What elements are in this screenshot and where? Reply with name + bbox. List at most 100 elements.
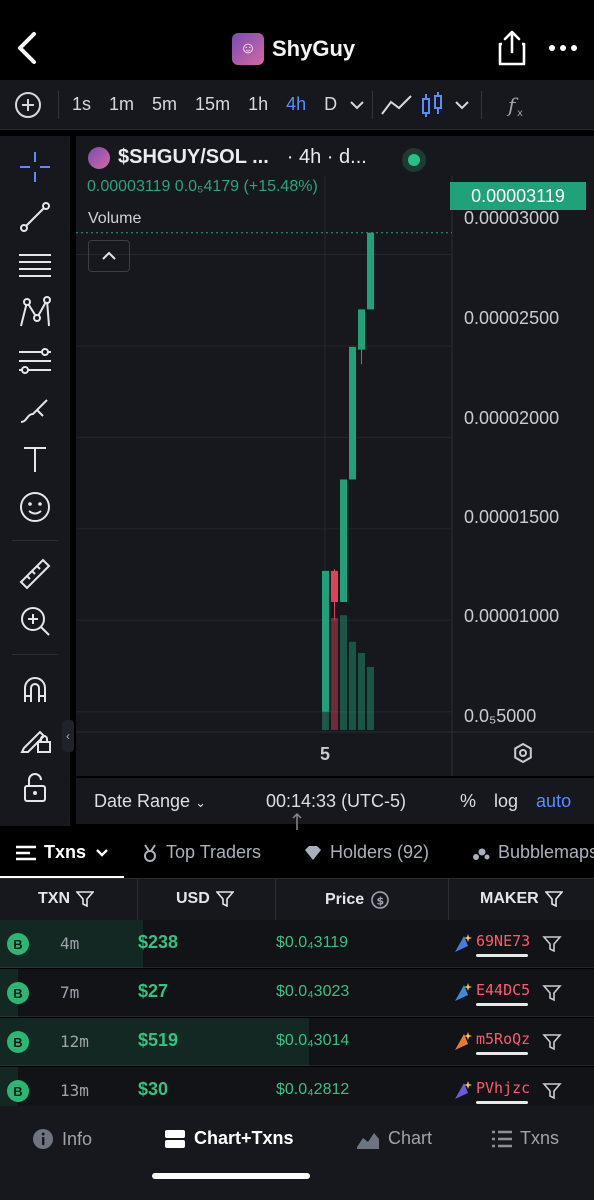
table-row[interactable]: B 7m $27 $0.0₄3023 E44DC5 [0, 969, 594, 1017]
gem-icon [305, 845, 321, 860]
filter-maker-icon[interactable] [542, 1032, 562, 1052]
chart-toolbar: 1s 1m 5m 15m 1h 4h D f x [0, 80, 594, 130]
back-arrow-icon[interactable] [12, 28, 44, 68]
add-indicator-icon[interactable] [4, 90, 54, 120]
txn-maker[interactable]: PVhjzc [476, 1079, 530, 1097]
brush-icon[interactable] [16, 392, 54, 430]
nav-txns-label: Txns [520, 1128, 560, 1148]
info-icon [33, 1129, 53, 1149]
txn-maker[interactable]: E44DC5 [476, 981, 530, 999]
candle [358, 309, 365, 350]
toolbar-divider [372, 90, 374, 119]
fib-retracement-icon[interactable] [16, 342, 54, 380]
txn-maker[interactable]: 69NE73 [476, 932, 530, 950]
text-tool-icon[interactable] [16, 440, 54, 478]
nav-chart-txns-label: Chart+Txns [194, 1128, 294, 1148]
magnet-icon[interactable] [16, 670, 54, 708]
txn-usd: $27 [138, 981, 169, 1001]
chart-legend: $SHGUY/SOL ... · 4h · d... [88, 146, 367, 169]
indicators-fx-icon[interactable]: f x [486, 90, 536, 120]
txn-age: 13m [60, 1081, 89, 1100]
timeframe-15m[interactable]: 15m [186, 94, 239, 115]
column-divider [448, 879, 449, 921]
trend-line-icon[interactable] [16, 198, 54, 236]
tab-txns[interactable]: Txns [16, 842, 110, 863]
ruler-icon[interactable] [16, 554, 54, 592]
candle [322, 570, 329, 712]
table-header: TXN USD Price $ MAKER [0, 878, 594, 921]
home-indicator [152, 1173, 310, 1179]
emoji-icon[interactable] [16, 488, 54, 526]
buy-badge: B [7, 1080, 29, 1102]
filter-maker-icon[interactable] [542, 934, 562, 954]
y-tick-label: 0.00001000 [464, 606, 560, 626]
scale-options: % log auto [460, 791, 571, 812]
lock-drawings-icon[interactable] [16, 718, 54, 756]
table-row[interactable]: B 4m $238 $0.0₄3119 69NE73 [0, 920, 594, 968]
page-title: ShyGuy [272, 36, 356, 61]
collapse-drawbar-icon[interactable]: ‹ [62, 720, 74, 752]
timeframe-1m[interactable]: 1m [100, 94, 143, 115]
timeframe-5m[interactable]: 5m [143, 94, 186, 115]
chevron-up-icon [102, 251, 116, 260]
tab-bubblemaps[interactable]: Bubblemaps [472, 842, 594, 863]
candle [367, 232, 374, 310]
price-chart[interactable]: $SHGUY/SOL ... · 4h · d... 0.00003119 0.… [76, 136, 594, 776]
table-row[interactable]: B 12m $519 $0.0₄3014 m5RoQz [0, 1018, 594, 1066]
nav-info[interactable]: Info [32, 1128, 92, 1150]
wallet-icon [455, 983, 472, 1001]
horizontal-lines-icon[interactable] [16, 246, 54, 284]
chart-settings-icon[interactable] [512, 742, 534, 764]
toolbar-divider [481, 90, 483, 119]
timeframe-chevron-down-icon[interactable] [346, 95, 368, 115]
col-usd[interactable]: USD [176, 890, 234, 908]
txn-price: $0.0₄3014 [276, 1032, 350, 1049]
maker-underline [476, 1052, 528, 1055]
candle [340, 479, 347, 602]
tab-top-traders[interactable]: Top Traders [142, 842, 261, 863]
timeframe-1s[interactable]: 1s [63, 94, 100, 115]
wallet-icon [455, 934, 472, 952]
tab-holders[interactable]: Holders (92) [304, 842, 429, 863]
bubbles-icon [473, 848, 490, 860]
more-options-icon[interactable] [546, 38, 580, 58]
unlock-icon[interactable] [16, 768, 54, 806]
data-tabs: Txns Top Traders Holders (92) Bubblemaps [0, 830, 594, 878]
line-chart-icon[interactable] [377, 90, 417, 120]
nav-chart-txns[interactable]: Chart+Txns [164, 1128, 294, 1149]
col-usd-label: USD [176, 890, 210, 907]
filter-maker-icon[interactable] [542, 983, 562, 1003]
drawing-toolbar [0, 136, 70, 826]
app-header: ☺ ShyGuy [0, 0, 594, 80]
col-txn[interactable]: TXN [38, 890, 94, 908]
list-icon [16, 845, 36, 860]
volume-bar [331, 618, 338, 730]
candles-icon[interactable] [417, 90, 447, 120]
timeframe-4h[interactable]: 4h [277, 94, 315, 115]
log-scale-toggle[interactable]: log [494, 791, 518, 812]
crosshair-icon[interactable] [16, 148, 54, 186]
pair-avatar [88, 146, 110, 169]
timeframe-d[interactable]: D [315, 94, 346, 115]
percent-scale-toggle[interactable]: % [460, 791, 476, 812]
token-avatar: ☺ [232, 33, 264, 65]
collapse-volume-button[interactable] [88, 240, 130, 272]
txn-age: 4m [60, 934, 80, 953]
txn-price: $0.0₄3119 [276, 934, 349, 951]
pattern-tool-icon[interactable] [16, 294, 54, 332]
filter-maker-icon[interactable] [542, 1081, 562, 1101]
auto-scale-toggle[interactable]: auto [536, 791, 571, 812]
y-tick-label: 0.00003000 [464, 208, 560, 228]
col-maker[interactable]: MAKER [480, 890, 563, 908]
nav-txns[interactable]: Txns [492, 1128, 559, 1149]
col-price[interactable]: Price $ [325, 890, 390, 910]
pair-name: $SHGUY/SOL ... [118, 146, 269, 168]
nav-chart[interactable]: Chart [356, 1128, 432, 1149]
zoom-in-icon[interactable] [16, 602, 54, 640]
date-range-select[interactable]: Date Range ⌄ [94, 791, 206, 812]
timeframe-1h[interactable]: 1h [239, 94, 277, 115]
chart-type-chevron-down-icon[interactable] [447, 95, 477, 115]
date-range-label: Date Range [94, 791, 191, 811]
share-icon[interactable] [496, 30, 528, 66]
txn-maker[interactable]: m5RoQz [476, 1030, 530, 1048]
